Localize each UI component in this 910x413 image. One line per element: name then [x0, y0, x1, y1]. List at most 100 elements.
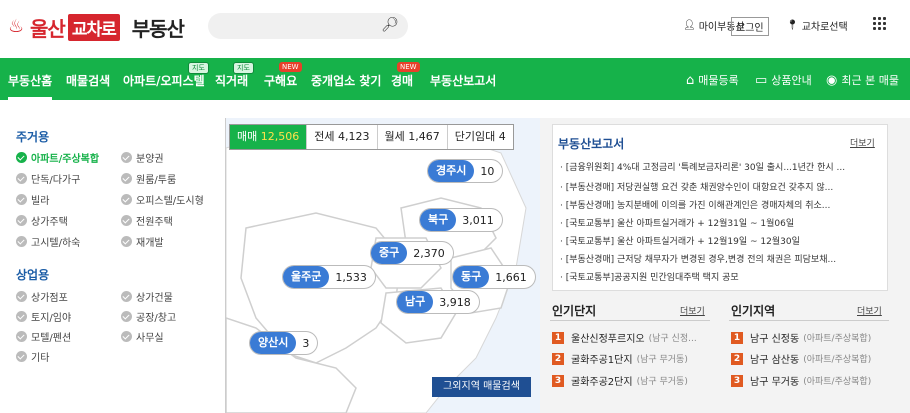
- region-count: 3,918: [439, 295, 471, 309]
- tab-label: 직거래: [215, 74, 249, 88]
- option-factory[interactable]: 공장/창고: [121, 309, 176, 324]
- rank-name: 남구 삼산동: [750, 355, 800, 366]
- region-pin-uljugun[interactable]: 울주군 1,533: [283, 266, 375, 288]
- check-icon: [16, 236, 27, 247]
- option-land[interactable]: 토지/임야: [16, 309, 71, 324]
- popular-region-item[interactable]: 3 남구 무거동 (아파트/주상복합): [731, 373, 871, 388]
- deal-type-filter: 매매 12,506 전세 4,123 월세 1,467 단기임대 4: [229, 124, 514, 150]
- popular-complex-item[interactable]: 1 울산신정푸르지오 (남구 신정...: [552, 330, 697, 345]
- region-pin-gyeongju[interactable]: 경주시 10: [428, 160, 503, 182]
- popular-complex-more-link[interactable]: 더보기: [680, 304, 705, 317]
- region-pin-junggu[interactable]: 중구 2,370: [371, 242, 453, 264]
- tab-agency-search[interactable]: 중개업소 찾기: [311, 72, 381, 89]
- option-country-house[interactable]: 전원주택: [121, 213, 173, 228]
- tab-label: 아파트/오피스텔: [123, 74, 205, 88]
- report-item[interactable]: [부동산경매] 근저당 채무자가 변경된 경우,변경 전의 채권은 피담보채..…: [560, 252, 880, 265]
- option-commercial-building[interactable]: 상가건물: [121, 289, 173, 304]
- rank-sub: (아파트/주상복합): [803, 334, 872, 344]
- rank-sub: (아파트/주상복합): [803, 377, 872, 387]
- option-redevelopment[interactable]: 재개발: [121, 234, 164, 249]
- deal-jeonse[interactable]: 전세 4,123: [307, 125, 378, 149]
- check-icon: [121, 291, 132, 302]
- tab-label: 부동산홈: [8, 74, 53, 88]
- popular-region-item[interactable]: 2 남구 삼산동 (아파트/주상복합): [731, 351, 871, 366]
- check-icon: [121, 311, 132, 322]
- option-oneroom[interactable]: 원룸/투룸: [121, 171, 176, 186]
- tab-label: 중개업소 찾기: [311, 74, 382, 88]
- region-pin-bukgu[interactable]: 북구 3,011: [420, 209, 502, 231]
- option-officetel[interactable]: 오피스텔/도시형: [121, 192, 204, 207]
- product-info-link[interactable]: ▭ 상품안내: [755, 72, 812, 88]
- residential-title: 주거용: [16, 130, 50, 144]
- option-shop-house[interactable]: 상가주택: [16, 213, 68, 228]
- tab-wanted[interactable]: NEW 구해요: [264, 62, 302, 89]
- option-detached[interactable]: 단독/다가구: [16, 171, 80, 186]
- popular-region-more-link[interactable]: 더보기: [857, 304, 882, 317]
- rank-name: 남구 신정동: [750, 334, 800, 345]
- option-apartment[interactable]: 아파트/주상복합: [16, 150, 99, 165]
- search-input[interactable]: 🔎︎: [208, 13, 408, 39]
- site-logo[interactable]: ♨ 울산 교차로 부동산: [8, 12, 185, 42]
- region-pin-yangsan[interactable]: 양산시 3: [250, 332, 318, 354]
- tab-apartment[interactable]: 지도 아파트/오피스텔: [123, 62, 209, 89]
- region-name: 동구: [453, 266, 490, 288]
- deal-label: 월세: [384, 130, 405, 143]
- popular-region-item[interactable]: 1 남구 신정동 (아파트/주상복합): [731, 330, 871, 345]
- report-item[interactable]: [부동산경매] 농지분배에 이의를 가진 이해관계인은 경매자체의 취소...: [560, 198, 880, 211]
- option-goshitel[interactable]: 고시텔/하숙: [16, 234, 80, 249]
- monitor-icon: ▭: [755, 72, 768, 88]
- report-item[interactable]: [국토교통부] 울산 아파트실거래가 + 12월19일 ~ 12월30일: [560, 234, 880, 247]
- option-presale[interactable]: 분양권: [121, 150, 164, 165]
- rank-number: 3: [552, 374, 564, 387]
- report-item[interactable]: [국토교통부]공공지원 민간임대주택 택지 공모: [560, 270, 880, 283]
- report-more-link[interactable]: 더보기: [850, 136, 875, 149]
- report-item[interactable]: [부동산경매] 저당권실행 요건 갖춘 채권양수인이 대항요건 갖추지 않...: [560, 180, 880, 193]
- login-button[interactable]: 로그인: [731, 17, 769, 36]
- rank-number: 2: [552, 352, 564, 365]
- option-shop[interactable]: 상가점포: [16, 289, 68, 304]
- region-count: 3: [302, 336, 310, 350]
- eye-icon: ◉: [826, 72, 838, 88]
- register-listing-link[interactable]: ⌂ 매물등록: [686, 72, 739, 88]
- user-icon: 👤︎: [683, 20, 696, 31]
- option-other[interactable]: 기타: [16, 349, 49, 364]
- option-label: 분양권: [136, 154, 164, 165]
- region-name: 경주시: [428, 160, 475, 182]
- search-icon[interactable]: 🔎︎: [381, 17, 399, 33]
- recent-viewed-label: 최근 본 매물: [841, 74, 899, 87]
- apps-grid-icon[interactable]: [873, 17, 887, 31]
- option-label: 모텔/펜션: [31, 333, 72, 344]
- tab-home[interactable]: 부동산홈: [8, 58, 53, 100]
- main-nav: 부동산홈 매물검색 지도 아파트/오피스텔 지도 직거래 NEW 구해요 중개업…: [0, 58, 910, 100]
- tab-listing-search[interactable]: 매물검색: [66, 72, 110, 89]
- logo-suffix: 부동산: [131, 16, 185, 41]
- popular-complex-item[interactable]: 3 굴화주공2단지 (남구 무거동): [552, 373, 688, 388]
- region-pin-namgu[interactable]: 남구 3,918: [397, 291, 479, 313]
- tab-direct-deal[interactable]: 지도 직거래: [215, 62, 254, 89]
- report-item[interactable]: [국토교통부] 울산 아파트실거래가 + 12월31일 ~ 1월06일: [560, 216, 880, 229]
- option-label: 전원주택: [136, 217, 173, 228]
- option-motel[interactable]: 모텔/펜션: [16, 329, 71, 344]
- region-select[interactable]: 📍︎ 교차로선택: [786, 18, 848, 33]
- map-badge: 지도: [188, 62, 209, 74]
- logo-city: 울산: [30, 16, 66, 41]
- tab-label: 경매: [391, 74, 414, 88]
- check-icon: [16, 215, 27, 226]
- new-badge: NEW: [397, 62, 420, 72]
- deal-label: 단기임대: [454, 130, 496, 143]
- option-office[interactable]: 사무실: [121, 329, 164, 344]
- report-item[interactable]: [금융위원회] 4%대 고정금리 '특례보금자리론' 30일 출시...1년간 …: [560, 160, 880, 173]
- recent-viewed-link[interactable]: ◉ 최근 본 매물: [826, 72, 899, 88]
- check-icon: [121, 236, 132, 247]
- popular-complex-item[interactable]: 2 굴화주공1단지 (남구 무거동): [552, 351, 688, 366]
- tab-auction[interactable]: NEW 경매: [391, 62, 420, 89]
- tab-report[interactable]: 부동산보고서: [430, 72, 496, 89]
- deal-short-term[interactable]: 단기임대 4: [448, 125, 513, 149]
- region-count: 10: [480, 164, 495, 178]
- option-villa[interactable]: 빌라: [16, 192, 49, 207]
- deal-monthly[interactable]: 월세 1,467: [378, 125, 448, 149]
- outside-region-search-button[interactable]: 그외지역 매물검색: [432, 377, 531, 397]
- region-pin-donggu[interactable]: 동구 1,661: [453, 266, 535, 288]
- check-icon: [16, 311, 27, 322]
- deal-sale[interactable]: 매매 12,506: [230, 125, 308, 149]
